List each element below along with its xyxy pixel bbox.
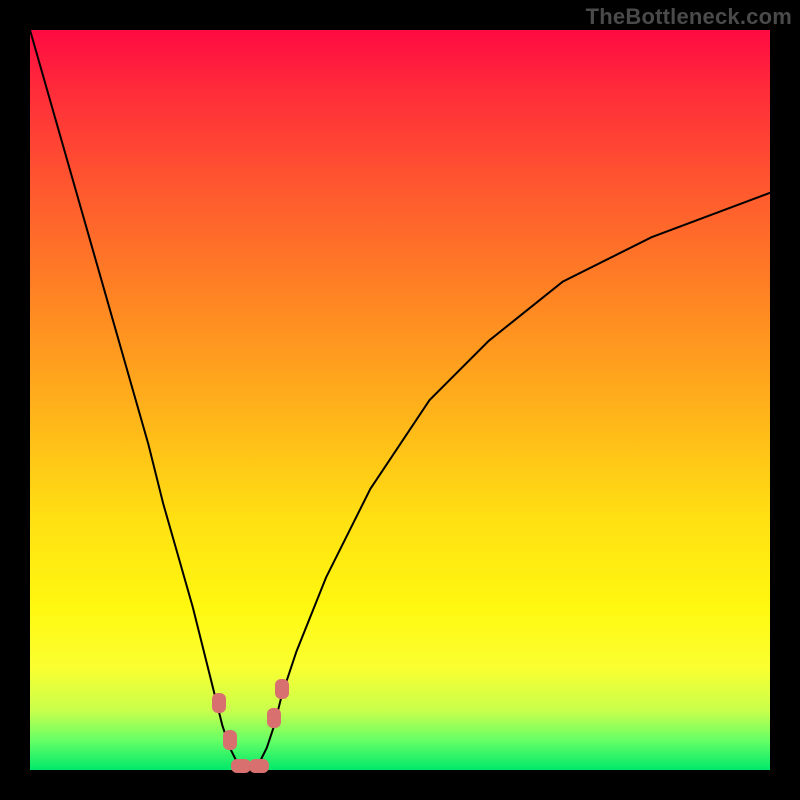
marker-trough-right <box>249 759 269 773</box>
marker-left-shoulder <box>212 693 226 713</box>
watermark-text: TheBottleneck.com <box>586 4 792 30</box>
plot-inner <box>30 30 770 770</box>
bottleneck-curve <box>30 30 770 770</box>
plot-background-gradient <box>30 30 770 770</box>
marker-trough-left <box>231 759 251 773</box>
chart-frame: TheBottleneck.com <box>0 0 800 800</box>
marker-right-knee <box>267 708 281 728</box>
marker-left-knee <box>223 730 237 750</box>
marker-right-shoulder <box>275 679 289 699</box>
